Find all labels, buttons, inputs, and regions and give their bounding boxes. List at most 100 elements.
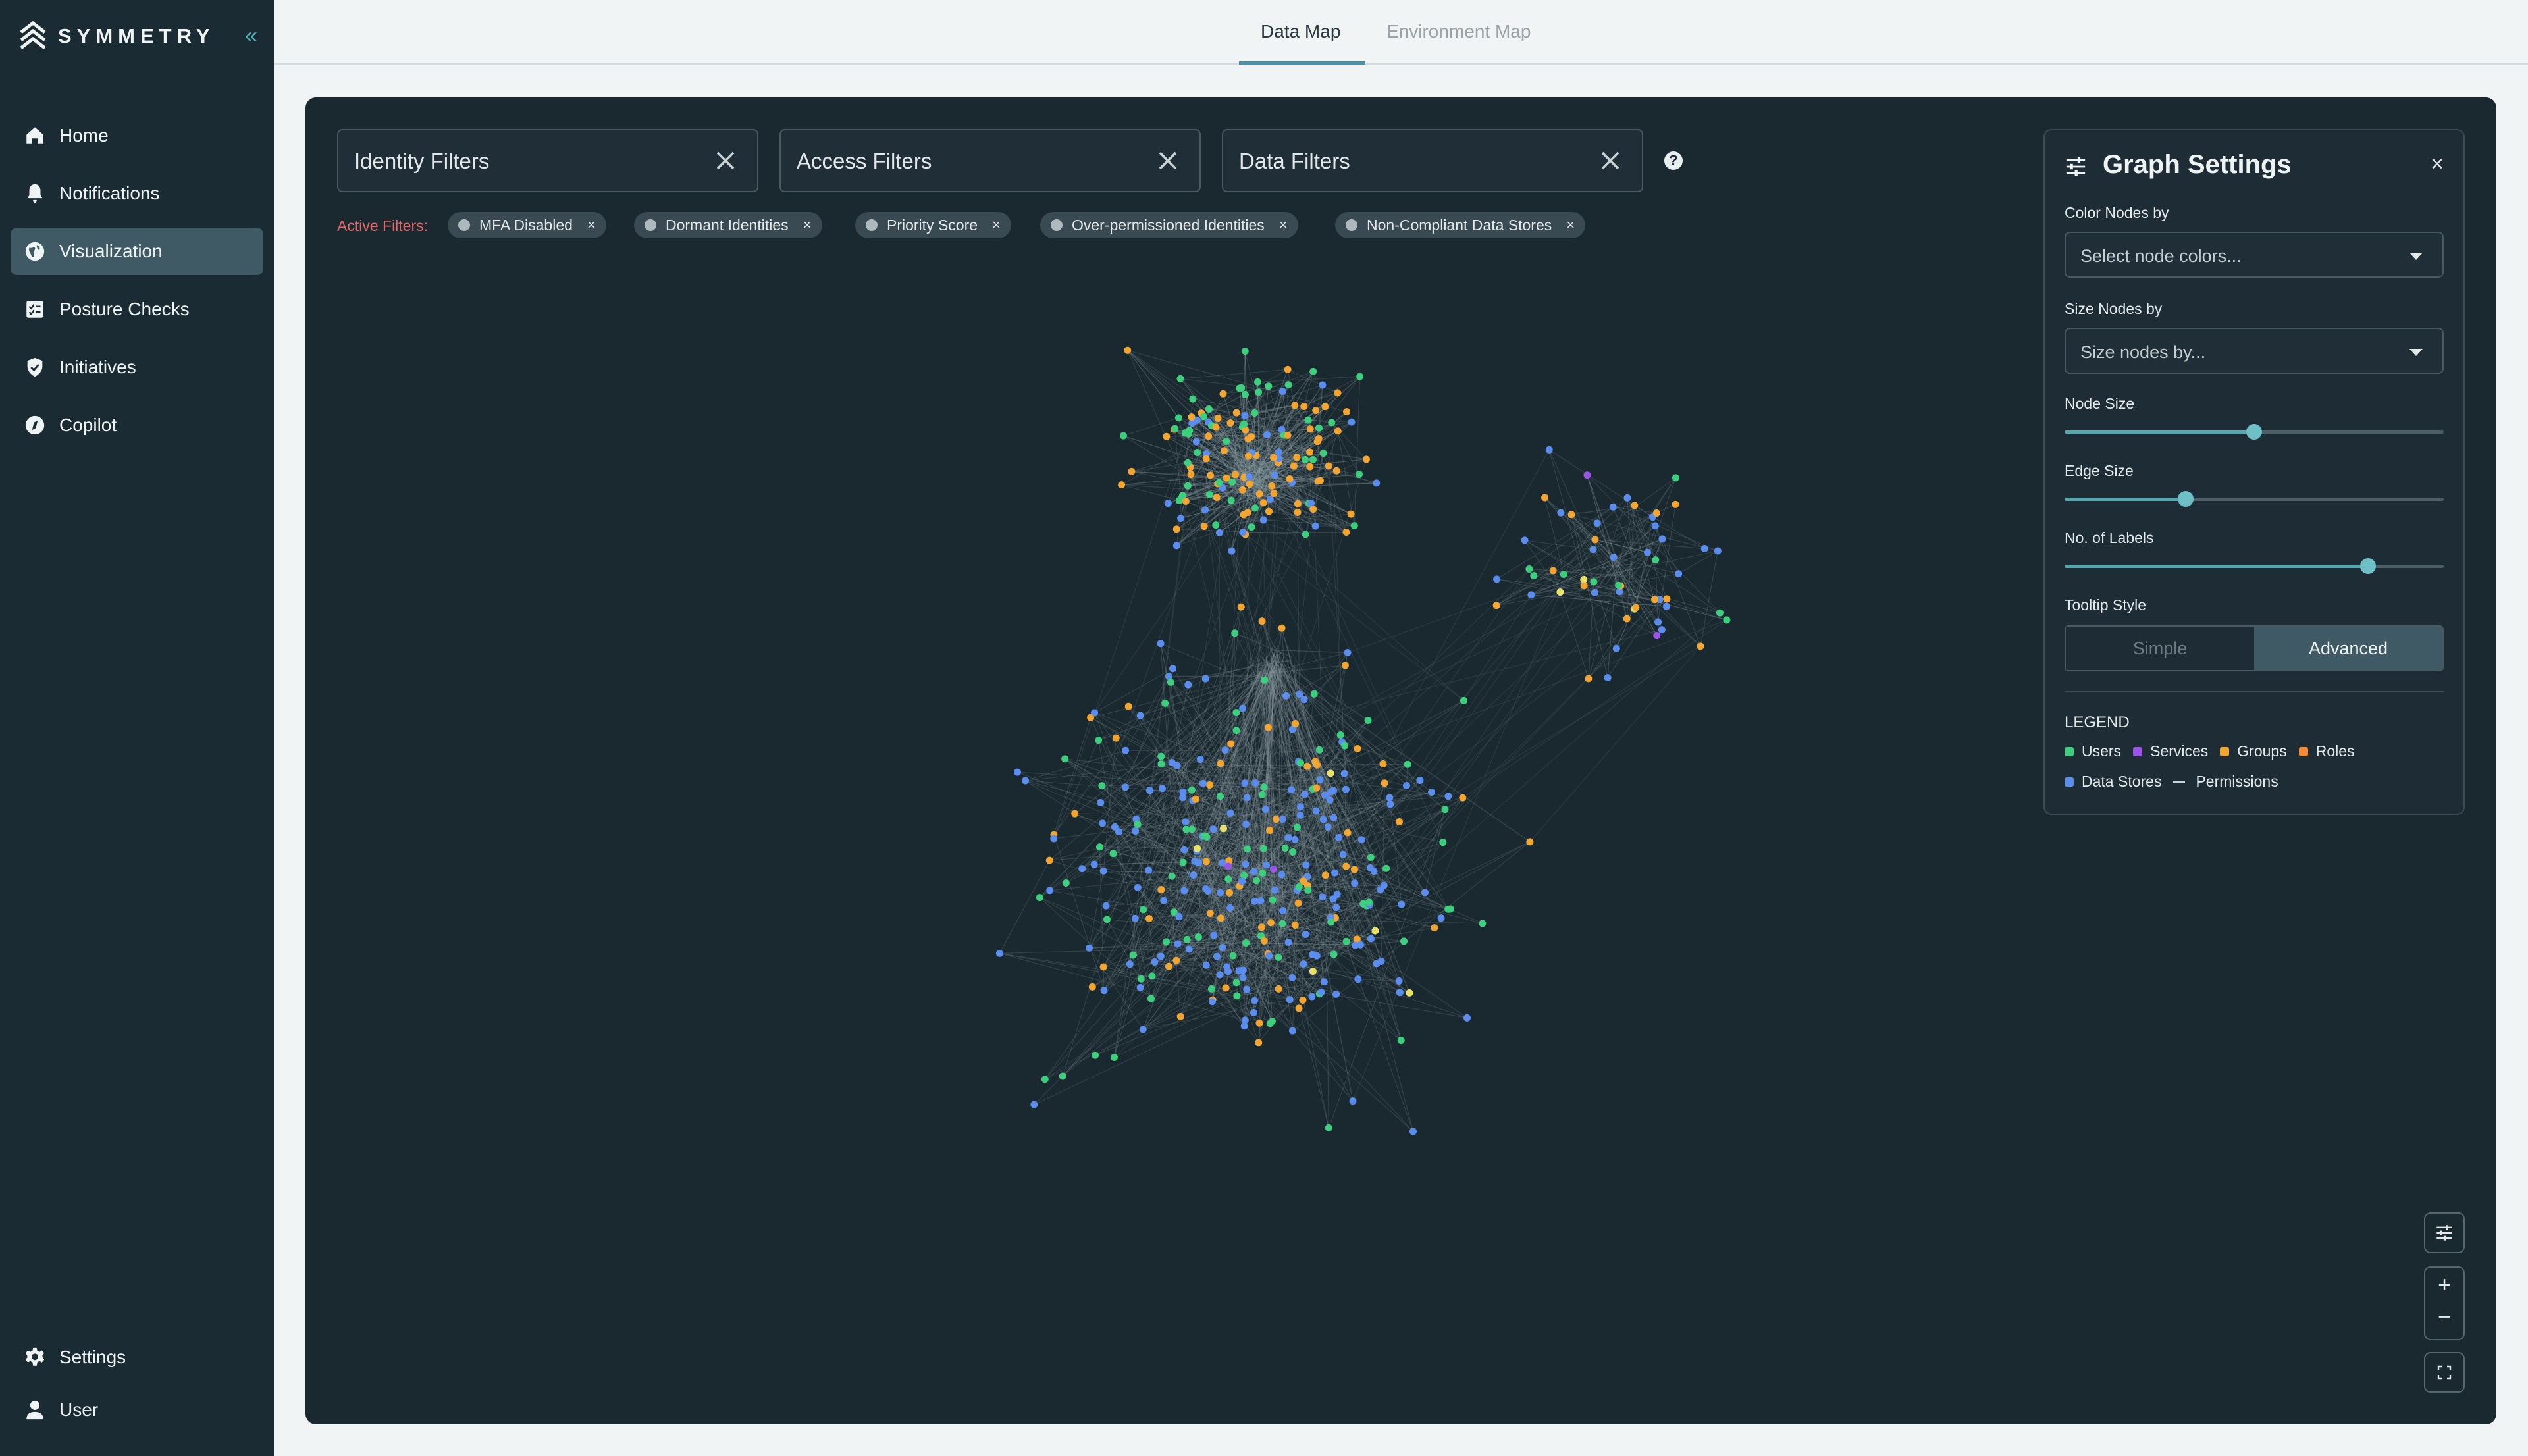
graph-node <box>1357 836 1365 844</box>
tab-data-map[interactable]: Data Map <box>1261 21 1340 42</box>
graph-node <box>1269 896 1277 904</box>
graph-canvas[interactable]: Identity Filters Access Filters Data Fil… <box>305 97 2496 1424</box>
sidebar-item-notifications[interactable]: Notifications <box>11 170 263 217</box>
filter-chip-mfa-disabled[interactable]: MFA Disabled × <box>448 212 606 238</box>
graph-node <box>1296 803 1304 811</box>
legend-item-roles: Roles <box>2298 742 2355 760</box>
sidebar-item-user[interactable]: User <box>11 1386 263 1434</box>
graph-node <box>1396 989 1404 997</box>
brand[interactable]: SYMMETRY <box>18 20 215 53</box>
graph-node <box>1282 692 1290 700</box>
filter-chip-priority-score[interactable]: Priority Score × <box>855 212 1011 238</box>
sidebar-item-settings[interactable]: Settings <box>11 1334 263 1381</box>
graph-node <box>1309 367 1317 375</box>
graph-node <box>1324 823 1332 831</box>
bell-icon <box>27 184 43 203</box>
filter-chip-over-permissioned[interactable]: Over-permissioned Identities × <box>1040 212 1298 238</box>
graph-node <box>1272 816 1280 823</box>
graph-node <box>1202 858 1210 866</box>
filter-chip-dormant-identities[interactable]: Dormant Identities × <box>634 212 822 238</box>
graph-node <box>1281 844 1289 852</box>
graph-node <box>1201 506 1209 514</box>
close-settings-icon[interactable]: × <box>2431 151 2444 177</box>
graph-node <box>1157 640 1165 648</box>
graph-node <box>1202 455 1210 463</box>
access-filters-input[interactable]: Access Filters <box>779 129 1201 192</box>
tooltip-advanced-button[interactable]: Advanced <box>2254 627 2442 670</box>
fit-view-button[interactable] <box>2424 1352 2465 1393</box>
graph-node <box>1071 810 1079 818</box>
graph-settings-toggle-button[interactable] <box>2424 1212 2465 1253</box>
graph-node <box>1416 777 1424 785</box>
identity-filters-input[interactable]: Identity Filters <box>337 129 758 192</box>
graph-node <box>1288 1027 1296 1035</box>
legend-row: Users Services Groups Roles <box>2065 742 2367 760</box>
node-size-slider[interactable] <box>2065 424 2444 440</box>
size-nodes-select[interactable]: Size nodes by... <box>2065 328 2444 374</box>
labels-count-slider[interactable] <box>2065 558 2444 574</box>
graph-node <box>1350 522 1358 530</box>
sidebar-item-home[interactable]: Home <box>11 112 263 159</box>
sidebar-item-visualization[interactable]: Visualization <box>11 228 263 275</box>
graph-node <box>1172 525 1180 533</box>
collapse-sidebar-icon[interactable]: « <box>245 22 257 49</box>
user-icon <box>26 1400 43 1420</box>
graph-node <box>1342 529 1350 536</box>
gear-icon <box>25 1347 45 1366</box>
sidebar-item-posture-checks[interactable]: Posture Checks <box>11 286 263 333</box>
color-nodes-select[interactable]: Select node colors... <box>2065 232 2444 278</box>
slider-thumb[interactable] <box>2246 424 2262 440</box>
remove-chip-icon[interactable]: × <box>587 217 596 234</box>
graph-node <box>1302 531 1309 538</box>
edge-size-slider[interactable] <box>2065 491 2444 507</box>
remove-chip-icon[interactable]: × <box>803 217 812 234</box>
graph-node <box>1240 420 1248 428</box>
tooltip-simple-button[interactable]: Simple <box>2066 627 2254 670</box>
graph-node <box>1663 595 1671 603</box>
tab-environment-map[interactable]: Environment Map <box>1386 21 1531 42</box>
legend-label: Services <box>2150 742 2209 760</box>
graph-node <box>1231 471 1239 479</box>
clear-data-filters-icon[interactable] <box>1598 149 1622 172</box>
zoom-out-button[interactable]: − <box>2425 1302 2463 1332</box>
data-filters-input[interactable]: Data Filters <box>1222 129 1643 192</box>
labels-count-label: No. of Labels <box>2065 529 2154 546</box>
graph-node <box>1099 963 1107 971</box>
graph-node <box>1207 985 1215 993</box>
clear-access-filters-icon[interactable] <box>1156 149 1180 172</box>
legend-swatch <box>2065 746 2074 756</box>
remove-chip-icon[interactable]: × <box>1566 217 1575 234</box>
graph-node <box>1316 477 1324 484</box>
graph-node <box>1459 794 1467 802</box>
slider-thumb[interactable] <box>2178 491 2194 507</box>
graph-node <box>1192 795 1199 803</box>
graph-node <box>1163 432 1171 440</box>
graph-node <box>1239 974 1247 981</box>
graph-node <box>1284 834 1292 842</box>
graph-node <box>1217 914 1225 922</box>
remove-chip-icon[interactable]: × <box>1279 217 1288 234</box>
home-icon <box>26 127 43 144</box>
graph-node <box>1340 769 1348 777</box>
graph-node <box>1339 850 1347 858</box>
remove-chip-icon[interactable]: × <box>992 217 1001 234</box>
sidebar-item-copilot[interactable]: Copilot <box>11 402 263 449</box>
graph-node <box>1330 814 1338 821</box>
graph-node <box>1170 908 1178 916</box>
graph-node <box>1126 960 1134 968</box>
graph-node <box>1294 508 1302 516</box>
graph-edge <box>1044 619 1727 1080</box>
clear-identity-filters-icon[interactable] <box>714 149 737 172</box>
slider-thumb[interactable] <box>2359 558 2376 574</box>
graph-node <box>1199 413 1207 421</box>
graph-edge <box>1271 649 1348 654</box>
sidebar-item-initiatives[interactable]: Initiatives <box>11 344 263 391</box>
graph-node <box>1714 547 1722 555</box>
zoom-in-button[interactable]: + <box>2425 1268 2463 1302</box>
graph-node <box>1294 899 1302 907</box>
help-icon[interactable]: ? <box>1664 151 1683 170</box>
graph-node <box>1284 431 1292 439</box>
graph-node <box>1317 988 1325 996</box>
filter-chip-non-compliant-data-stores[interactable]: Non-Compliant Data Stores × <box>1335 212 1586 238</box>
graph-node <box>1164 500 1172 507</box>
